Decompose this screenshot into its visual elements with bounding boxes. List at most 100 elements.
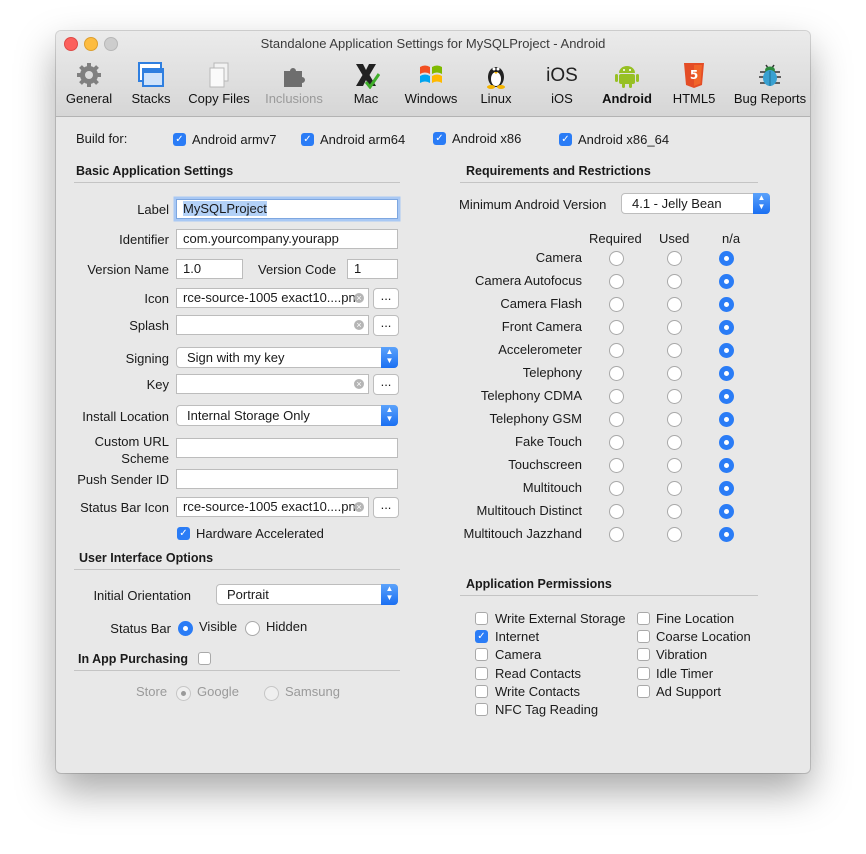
requirement-radio-used[interactable]: [667, 389, 682, 404]
store-google-radio[interactable]: [176, 686, 191, 701]
version-name-field[interactable]: 1.0: [176, 259, 243, 279]
requirement-radio-required[interactable]: [609, 435, 624, 450]
permission-checkbox[interactable]: [637, 666, 650, 680]
store-samsung-radio[interactable]: [264, 686, 279, 701]
key-browse-button[interactable]: ...: [373, 374, 399, 395]
requirement-radio-used[interactable]: [667, 320, 682, 335]
x86-64-checkbox[interactable]: ✓: [559, 133, 572, 146]
permission-checkbox[interactable]: [475, 684, 488, 698]
toolbar-windows[interactable]: Windows: [400, 59, 462, 111]
clear-icon[interactable]: ×: [354, 293, 364, 303]
requirement-radio-used[interactable]: [667, 504, 682, 519]
chevron-updown-icon: ▲ ▼: [381, 347, 398, 368]
toolbar-html5[interactable]: 5 HTML5: [668, 59, 720, 111]
permission-checkbox[interactable]: [637, 630, 650, 644]
requirement-radio-na[interactable]: [719, 251, 734, 266]
requirement-radio-used[interactable]: [667, 366, 682, 381]
push-sender-field[interactable]: [176, 469, 398, 489]
install-location-select[interactable]: Internal Storage Only ▲ ▼: [176, 405, 398, 426]
requirement-radio-required[interactable]: [609, 458, 624, 473]
toolbar-label: Windows: [404, 91, 458, 106]
clear-icon[interactable]: ×: [354, 502, 364, 512]
splash-path-field[interactable]: ×: [176, 315, 369, 335]
requirement-radio-required[interactable]: [609, 274, 624, 289]
requirement-radio-na[interactable]: [719, 481, 734, 496]
requirement-radio-required[interactable]: [609, 527, 624, 542]
version-code-field[interactable]: 1: [347, 259, 398, 279]
requirement-radio-used[interactable]: [667, 274, 682, 289]
toolbar-mac[interactable]: Mac: [346, 59, 386, 111]
orientation-label: Initial Orientation: [93, 588, 191, 603]
google-label: Google: [197, 684, 239, 699]
requirement-radio-used[interactable]: [667, 412, 682, 427]
splash-browse-button[interactable]: ...: [373, 315, 399, 336]
permission-checkbox[interactable]: [637, 684, 650, 698]
status-bar-icon-field[interactable]: rce-source-1005 exact10....pn ×: [176, 497, 369, 517]
requirement-radio-required[interactable]: [609, 412, 624, 427]
requirement-radio-used[interactable]: [667, 481, 682, 496]
permission-checkbox[interactable]: [637, 612, 650, 625]
orientation-select[interactable]: Portrait ▲ ▼: [216, 584, 398, 605]
toolbar-general[interactable]: General: [60, 59, 118, 111]
toolbar-label: Inclusions: [265, 91, 323, 106]
permission-checkbox[interactable]: ✓: [475, 630, 488, 644]
toolbar-linux[interactable]: Linux: [474, 59, 518, 111]
requirement-radio-na[interactable]: [719, 297, 734, 312]
arm64-checkbox[interactable]: ✓: [301, 133, 314, 146]
requirement-radio-na[interactable]: [719, 366, 734, 381]
toolbar-bug-reports[interactable]: Bug Reports: [730, 59, 810, 111]
requirement-radio-used[interactable]: [667, 343, 682, 358]
status-bar-visible-radio[interactable]: [178, 621, 193, 636]
requirement-radio-na[interactable]: [719, 389, 734, 404]
requirement-radio-required[interactable]: [609, 481, 624, 496]
iap-checkbox[interactable]: [198, 652, 211, 665]
requirement-radio-na[interactable]: [719, 504, 734, 519]
identifier-field[interactable]: com.yourcompany.yourapp: [176, 229, 398, 249]
requirement-radio-required[interactable]: [609, 366, 624, 381]
toolbar-copy-files[interactable]: Copy Files: [184, 59, 254, 111]
requirement-radio-na[interactable]: [719, 320, 734, 335]
toolbar-ios[interactable]: iOS iOS: [542, 59, 582, 111]
requirement-radio-used[interactable]: [667, 297, 682, 312]
permission-checkbox[interactable]: [475, 612, 488, 625]
requirement-radio-required[interactable]: [609, 320, 624, 335]
toolbar-android[interactable]: Android: [598, 59, 656, 111]
requirement-radio-used[interactable]: [667, 458, 682, 473]
requirement-radio-na[interactable]: [719, 435, 734, 450]
icon-path-field[interactable]: rce-source-1005 exact10....pn ×: [176, 288, 369, 308]
url-scheme-field[interactable]: [176, 438, 398, 458]
armv7-checkbox[interactable]: ✓: [173, 133, 186, 146]
permission-label: Camera: [495, 647, 542, 663]
permission-checkbox[interactable]: [475, 648, 488, 662]
toolbar-stacks[interactable]: Stacks: [124, 59, 178, 111]
requirement-radio-required[interactable]: [609, 343, 624, 358]
status-bar-hidden-radio[interactable]: [245, 621, 260, 636]
toolbar-inclusions[interactable]: Inclusions: [260, 59, 328, 111]
icon-browse-button[interactable]: ...: [373, 288, 399, 309]
settings-window: Standalone Application Settings for MySQ…: [56, 31, 810, 773]
permission-checkbox[interactable]: [475, 666, 488, 680]
permission-checkbox[interactable]: [637, 648, 650, 662]
requirement-radio-required[interactable]: [609, 389, 624, 404]
requirement-radio-na[interactable]: [719, 458, 734, 473]
hardware-accelerated-checkbox[interactable]: ✓: [177, 527, 190, 540]
requirement-radio-used[interactable]: [667, 435, 682, 450]
min-android-select[interactable]: 4.1 - Jelly Bean ▲ ▼: [621, 193, 770, 214]
status-bar-icon-browse-button[interactable]: ...: [373, 497, 399, 518]
x86-checkbox[interactable]: ✓: [433, 132, 446, 145]
requirement-radio-used[interactable]: [667, 527, 682, 542]
requirement-radio-required[interactable]: [609, 297, 624, 312]
key-path-field[interactable]: ×: [176, 374, 369, 394]
signing-select[interactable]: Sign with my key ▲ ▼: [176, 347, 398, 368]
requirement-radio-na[interactable]: [719, 527, 734, 542]
permission-checkbox[interactable]: [475, 703, 488, 716]
label-field[interactable]: MySQLProject: [176, 199, 398, 219]
requirement-radio-na[interactable]: [719, 343, 734, 358]
requirement-radio-required[interactable]: [609, 504, 624, 519]
clear-icon[interactable]: ×: [354, 320, 364, 330]
requirement-radio-na[interactable]: [719, 274, 734, 289]
clear-icon[interactable]: ×: [354, 379, 364, 389]
requirement-radio-used[interactable]: [667, 251, 682, 266]
requirement-radio-na[interactable]: [719, 412, 734, 427]
requirement-radio-required[interactable]: [609, 251, 624, 266]
